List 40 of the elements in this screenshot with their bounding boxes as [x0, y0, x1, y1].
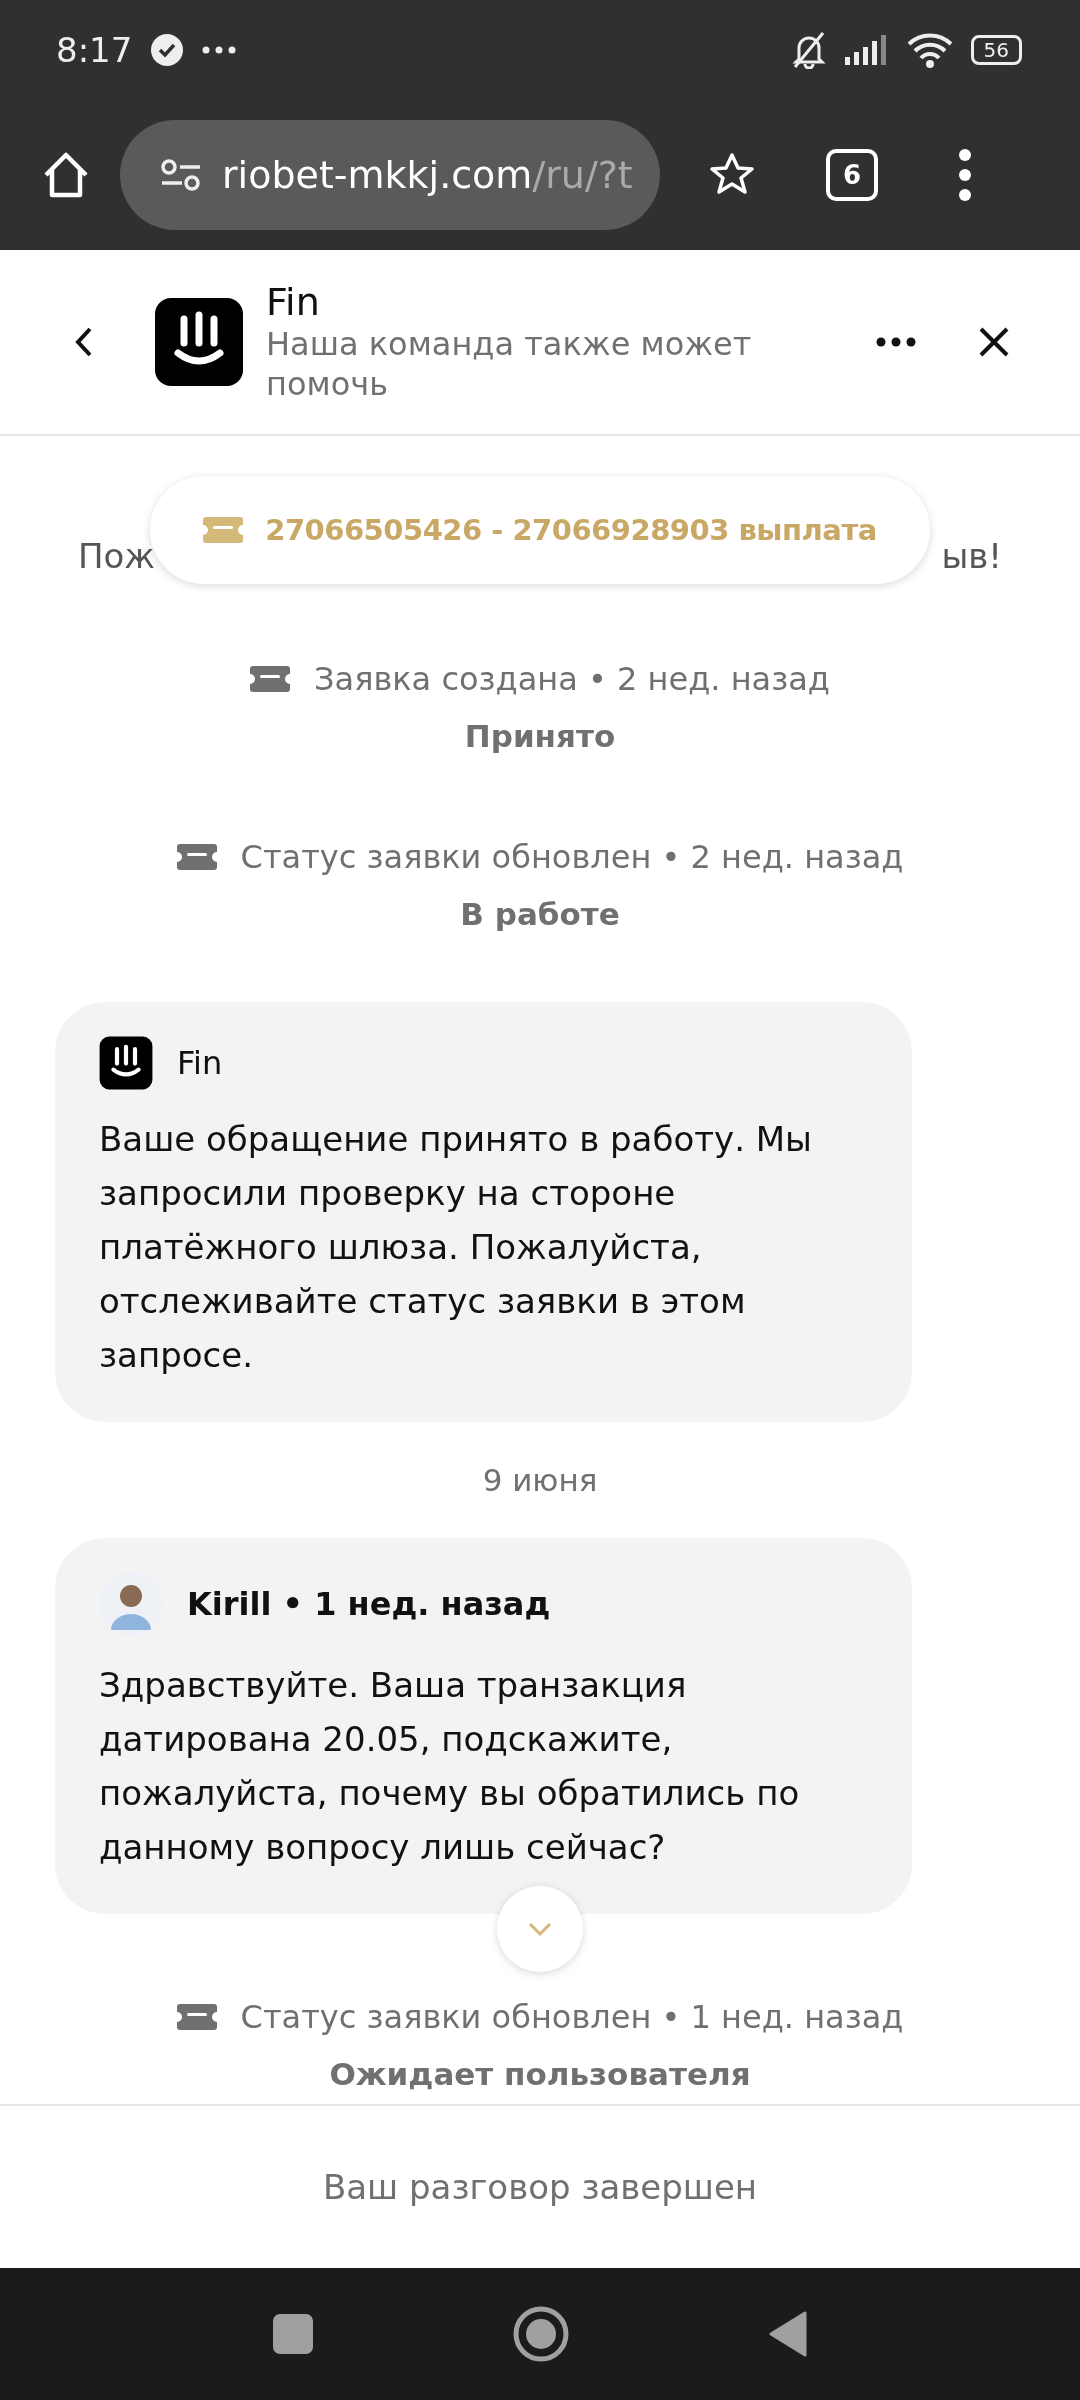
url-text: riobet-mkkj.com/ru/?t: [222, 153, 633, 197]
chevron-down-icon: [528, 1922, 552, 1936]
recents-icon[interactable]: [273, 2314, 313, 2354]
ticket-icon: [176, 2004, 217, 2030]
status-event-text: Статус заявки обновлен • 2 нед. назад: [240, 838, 904, 876]
back-icon[interactable]: [74, 326, 94, 358]
ticket-state-label: В работе: [460, 896, 620, 932]
message-text: Ваше обращение принято в работу. Мы запросили проверку на стороне платёжного шлюза. Пожалуйста, отслеживайте статус заявки в этом запросе.: [99, 1118, 813, 1377]
message-author: Kirill • 1 нед. назад: [187, 1585, 551, 1623]
menu-icon[interactable]: [958, 148, 972, 202]
wifi-icon: [906, 32, 953, 68]
message-text: Здравствуйте. Ваша транзакция датирована 20.05, подскажите, пожалуйста, почему вы обратились по данному вопросу лишь сейчас?: [99, 1664, 801, 1869]
check-circle-icon: [150, 33, 185, 67]
chat-subtitle: Наша команда также может помочь: [266, 324, 753, 404]
battery-indicator: 56: [970, 35, 1022, 65]
more-options-icon[interactable]: [876, 337, 916, 347]
ticket-state-label: Ожидает пользователя: [329, 2056, 751, 2092]
bot-logo-icon: [99, 1036, 153, 1090]
back-triangle-icon[interactable]: [769, 2311, 807, 2357]
site-settings-icon[interactable]: [160, 158, 202, 192]
more-dots-icon: [202, 46, 237, 54]
muted-bell-icon: [790, 31, 827, 69]
clock-time: 8:17: [56, 30, 133, 70]
ticket-state-label: Принято: [464, 718, 616, 754]
status-event-text: Заявка создана • 2 нед. назад: [314, 660, 830, 698]
home-circle-icon[interactable]: [513, 2306, 569, 2362]
ticket-icon: [203, 517, 244, 543]
ticket-icon: [250, 666, 291, 692]
covered-text-end: ыв!: [941, 536, 1002, 576]
chat-title: Fin: [266, 280, 321, 324]
address-bar[interactable]: riobet-mkkj.com/ru/?t: [120, 120, 660, 230]
bot-logo-icon: [154, 297, 244, 387]
ticket-icon: [176, 844, 217, 870]
close-icon[interactable]: [978, 326, 1010, 358]
status-event-text: Статус заявки обновлен • 1 нед. назад: [240, 1998, 904, 2036]
conversation-ended-text: Ваш разговор завершен: [322, 2167, 758, 2207]
message-author: Fin: [177, 1044, 223, 1082]
date-separator: 9 июня: [482, 1462, 598, 1498]
signal-icon: [844, 35, 889, 65]
tab-count-button[interactable]: 6: [826, 149, 878, 201]
